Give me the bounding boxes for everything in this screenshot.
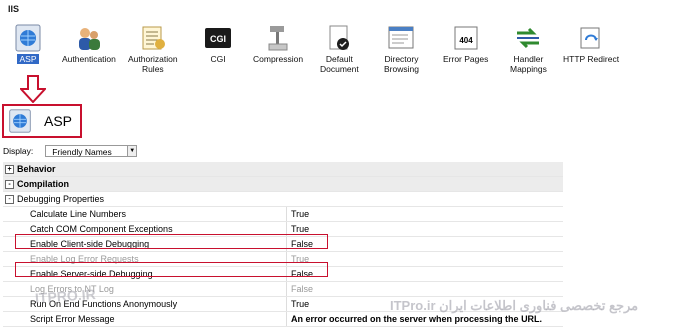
- property-row[interactable]: Calculate Line Numbers True: [3, 207, 563, 222]
- feature-default-document[interactable]: Default Document: [320, 24, 359, 74]
- category-row-compilation[interactable]: - Compilation: [3, 177, 563, 192]
- watermark-persian: ITPro.ir مرجع تخصصی فناوری اطلاعات ایران: [390, 298, 639, 313]
- directory-browsing-icon: [388, 26, 414, 49]
- property-value[interactable]: True: [291, 209, 309, 219]
- asp-globe-icon: [9, 109, 31, 133]
- display-select-value: Friendly Names: [52, 147, 112, 157]
- category-row-behavior[interactable]: + Behavior: [3, 162, 563, 177]
- feature-compression[interactable]: Compression: [253, 24, 303, 64]
- highlight-client-side-debugging: [15, 234, 328, 249]
- feature-authentication[interactable]: Authentication: [62, 24, 116, 64]
- page-title: ASP: [44, 113, 73, 129]
- feature-handler-mappings[interactable]: Handler Mappings: [510, 24, 547, 74]
- property-name: Script Error Message: [30, 314, 115, 324]
- page-header: ASP: [2, 104, 82, 138]
- property-name: Calculate Line Numbers: [30, 209, 127, 219]
- section-title: IIS: [8, 4, 20, 14]
- compression-clamp-icon: [268, 26, 288, 51]
- error-pages-404-icon: 404: [454, 26, 478, 50]
- feature-asp[interactable]: ASP: [14, 24, 42, 64]
- property-name: Catch COM Component Exceptions: [30, 224, 173, 234]
- authentication-users-icon: [78, 28, 100, 50]
- display-label: Display:: [3, 146, 34, 156]
- display-select[interactable]: Friendly Names ▼: [45, 145, 138, 157]
- expand-icon[interactable]: +: [5, 165, 14, 174]
- property-value[interactable]: True: [291, 299, 309, 309]
- asp-globe-icon: [15, 24, 41, 52]
- default-document-icon: [329, 25, 350, 50]
- svg-text:CGI: CGI: [210, 34, 226, 44]
- collapse-icon[interactable]: -: [5, 195, 14, 204]
- highlight-server-side-debugging: [15, 262, 328, 277]
- property-row[interactable]: Script Error Message An error occurred o…: [3, 312, 563, 327]
- http-redirect-icon: [580, 27, 600, 49]
- property-value[interactable]: An error occurred on the server when pro…: [291, 314, 542, 324]
- down-arrow-annotation: [20, 75, 46, 103]
- svg-text:404: 404: [459, 36, 473, 45]
- property-value[interactable]: False: [291, 284, 313, 294]
- cgi-icon: CGI: [205, 28, 231, 48]
- property-value[interactable]: True: [291, 224, 309, 234]
- feature-directory-browsing[interactable]: Directory Browsing: [384, 24, 419, 74]
- feature-cgi[interactable]: CGI CGI: [204, 24, 232, 64]
- collapse-icon[interactable]: -: [5, 180, 14, 189]
- subcategory-row-debugging[interactable]: - Debugging Properties: [3, 192, 563, 207]
- feature-icon-bar: ASP Authentication Authorization Rules C…: [0, 24, 678, 84]
- feature-http-redirect[interactable]: HTTP Redirect: [563, 24, 619, 64]
- authorization-rules-icon: [142, 26, 165, 50]
- chevron-down-icon[interactable]: ▼: [127, 146, 137, 156]
- feature-authorization-rules[interactable]: Authorization Rules: [128, 24, 178, 74]
- feature-error-pages[interactable]: 404 Error Pages: [443, 24, 488, 64]
- display-bar: Display: Friendly Names ▼: [3, 145, 138, 157]
- handler-mappings-icon: [517, 27, 540, 49]
